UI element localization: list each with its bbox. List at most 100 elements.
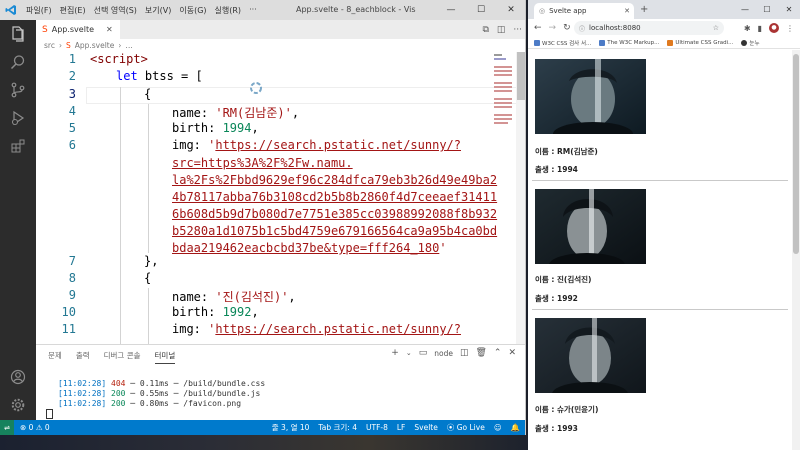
profile-avatar[interactable]: ●: [769, 23, 779, 33]
forward-arrow-icon[interactable]: →: [549, 23, 557, 33]
status-encoding[interactable]: UTF-8: [366, 423, 388, 432]
menu-edit[interactable]: 편집(E): [56, 5, 90, 16]
maximize-icon[interactable]: ☐: [466, 0, 496, 20]
extensions-icon[interactable]: [0, 134, 36, 158]
code-editor[interactable]: 1 2 3 4 5 6 7 8 9 10 11 <script> let bts…: [36, 52, 525, 344]
maximize-icon[interactable]: ☐: [756, 0, 778, 19]
line-number: 7: [68, 254, 76, 268]
extensions-icon[interactable]: ✱: [744, 24, 751, 33]
tab-debug-console[interactable]: 디버그 콘솔: [104, 350, 141, 364]
line-number: 3: [68, 87, 76, 101]
menu-go[interactable]: 이동(G): [175, 5, 210, 16]
member-name: 이름 : RM(김남준): [535, 147, 598, 156]
new-terminal-icon[interactable]: +: [391, 348, 399, 358]
panel-actions: + ⌄ ▭ node ◫ 🗑 ⌃ ✕: [391, 348, 516, 358]
status-eol[interactable]: LF: [397, 423, 406, 432]
tab-terminal[interactable]: 터미널: [154, 350, 176, 364]
code-url-link[interactable]: https://search.pstatic.net/sunny/?: [215, 138, 461, 152]
browser-scrollbar[interactable]: [792, 50, 800, 450]
remote-icon[interactable]: ⇌: [0, 420, 14, 435]
member-photo: [535, 189, 646, 264]
bookmark-item[interactable]: The W3C Markup...: [599, 39, 659, 46]
close-tab-icon[interactable]: ✕: [624, 7, 630, 15]
editor-actions: ⧉ ◫ ···: [482, 20, 522, 39]
menu-run[interactable]: 실행(R): [211, 5, 246, 16]
address-bar[interactable]: ⓘ localhost:8080 ☆: [574, 21, 724, 35]
editor-scrollbar[interactable]: [516, 52, 525, 344]
close-icon[interactable]: ✕: [778, 0, 800, 19]
close-icon[interactable]: ✕: [496, 0, 525, 20]
terminal-cursor[interactable]: [46, 409, 53, 419]
member-name: 이름 : 진(김석진): [535, 275, 592, 284]
menu-more[interactable]: ···: [245, 5, 261, 16]
explorer-icon[interactable]: [0, 22, 36, 46]
browser-tab[interactable]: ◎ Svelte app ✕: [534, 3, 634, 19]
settings-gear-icon[interactable]: [0, 393, 36, 417]
close-panel-icon[interactable]: ✕: [508, 348, 516, 358]
terminal-shell-label[interactable]: node: [434, 349, 453, 358]
close-tab-icon[interactable]: ✕: [106, 25, 113, 34]
minimize-icon[interactable]: —: [436, 0, 466, 20]
bookmark-item[interactable]: W3C CSS 검사 서...: [534, 39, 591, 47]
minimize-icon[interactable]: —: [734, 0, 756, 19]
menu-selection[interactable]: 선택 영역(S): [90, 5, 141, 16]
member-divider: [532, 180, 788, 181]
notifications-bell-icon[interactable]: 🔔: [511, 423, 520, 432]
status-language[interactable]: Svelte: [414, 423, 437, 432]
search-icon[interactable]: [0, 50, 36, 74]
bookmark-icon: [741, 39, 748, 46]
code-punct: ,: [291, 106, 300, 120]
maximize-panel-icon[interactable]: ⌃: [494, 348, 502, 358]
code-key: img:: [172, 138, 209, 152]
go-live-button[interactable]: ⦿ Go Live: [447, 422, 485, 433]
line-number: 5: [68, 121, 76, 135]
browser-window-controls: — ☐ ✕: [734, 0, 800, 19]
sidebar-icon[interactable]: ▮: [758, 24, 762, 33]
code-number: 1994: [222, 121, 252, 135]
bookmark-item[interactable]: Ultimate CSS Gradi...: [667, 39, 733, 46]
bookmark-item[interactable]: 눈누: [741, 39, 760, 47]
open-preview-icon[interactable]: ⧉: [482, 25, 488, 35]
member-name: 이름 : 슈가(민윤기): [535, 405, 599, 414]
code-url-link[interactable]: b5280a1d1075b1c5bd4759e679166564ca9a95b4…: [172, 224, 497, 238]
menu-kebab-icon[interactable]: ⋮: [786, 24, 794, 33]
code-url-link[interactable]: https://search.pstatic.net/sunny/?: [215, 322, 461, 336]
status-problems[interactable]: ⊗ 0 ⚠ 0: [14, 423, 50, 432]
bookmark-star-icon[interactable]: ☆: [713, 24, 719, 32]
code-line-2: let btss = [: [116, 69, 203, 83]
menu-file[interactable]: 파일(F): [22, 5, 56, 16]
menu-view[interactable]: 보기(V): [141, 5, 175, 16]
tab-output[interactable]: 출력: [76, 350, 90, 364]
code-url-link[interactable]: bdaa219462eacbcbd37be&type=fff264_180: [172, 241, 439, 255]
browser-window: ◎ Svelte app ✕ + — ☐ ✕ ← → ↻ ⓘ localhost…: [528, 0, 800, 450]
breadcrumb-file[interactable]: App.svelte: [75, 41, 115, 50]
source-control-icon[interactable]: [0, 78, 36, 102]
browser-scroll-thumb[interactable]: [793, 54, 799, 254]
code-url-link[interactable]: 6b608d5b9d7b080d7e7751e385cc03988992088f…: [172, 207, 497, 221]
split-editor-icon[interactable]: ◫: [497, 25, 506, 35]
split-terminal-icon[interactable]: ◫: [460, 348, 469, 358]
window-title: App.svelte - 8_eachblock - Visual S: [296, 5, 416, 14]
minimap[interactable]: [492, 52, 514, 142]
tab-problems[interactable]: 문제: [48, 350, 62, 364]
more-actions-icon[interactable]: ···: [513, 25, 522, 35]
editor-scroll-thumb[interactable]: [517, 52, 525, 100]
tab-app-svelte[interactable]: S App.svelte ✕: [36, 20, 120, 39]
code-url-link[interactable]: 4b78117abba76b3108cd2b5b8b2860f4d7ceeaef…: [172, 190, 497, 204]
svelte-file-icon: S: [42, 24, 48, 35]
bookmarks-bar: W3C CSS 검사 서... The W3C Markup... Ultima…: [528, 37, 800, 49]
feedback-icon[interactable]: ☺: [494, 423, 502, 432]
status-cursor-position[interactable]: 줄 3, 열 10: [272, 422, 310, 433]
back-arrow-icon[interactable]: ←: [534, 23, 542, 33]
run-debug-icon[interactable]: [0, 106, 36, 130]
new-tab-icon[interactable]: +: [640, 4, 648, 15]
breadcrumb-src[interactable]: src: [44, 41, 55, 50]
chevron-down-icon[interactable]: ⌄: [406, 349, 412, 357]
trash-icon[interactable]: 🗑: [475, 348, 486, 358]
code-url-link[interactable]: la%2Fs%2Fbbd9629ef96c284dfca79eb3b26d49e…: [172, 173, 497, 187]
reload-icon[interactable]: ↻: [563, 23, 571, 33]
code-url-link[interactable]: src=https%3A%2F%2Fw.namu.: [172, 156, 353, 170]
breadcrumb-more[interactable]: …: [125, 41, 133, 50]
status-tab-size[interactable]: Tab 크기: 4: [318, 422, 357, 433]
account-icon[interactable]: [0, 365, 36, 389]
